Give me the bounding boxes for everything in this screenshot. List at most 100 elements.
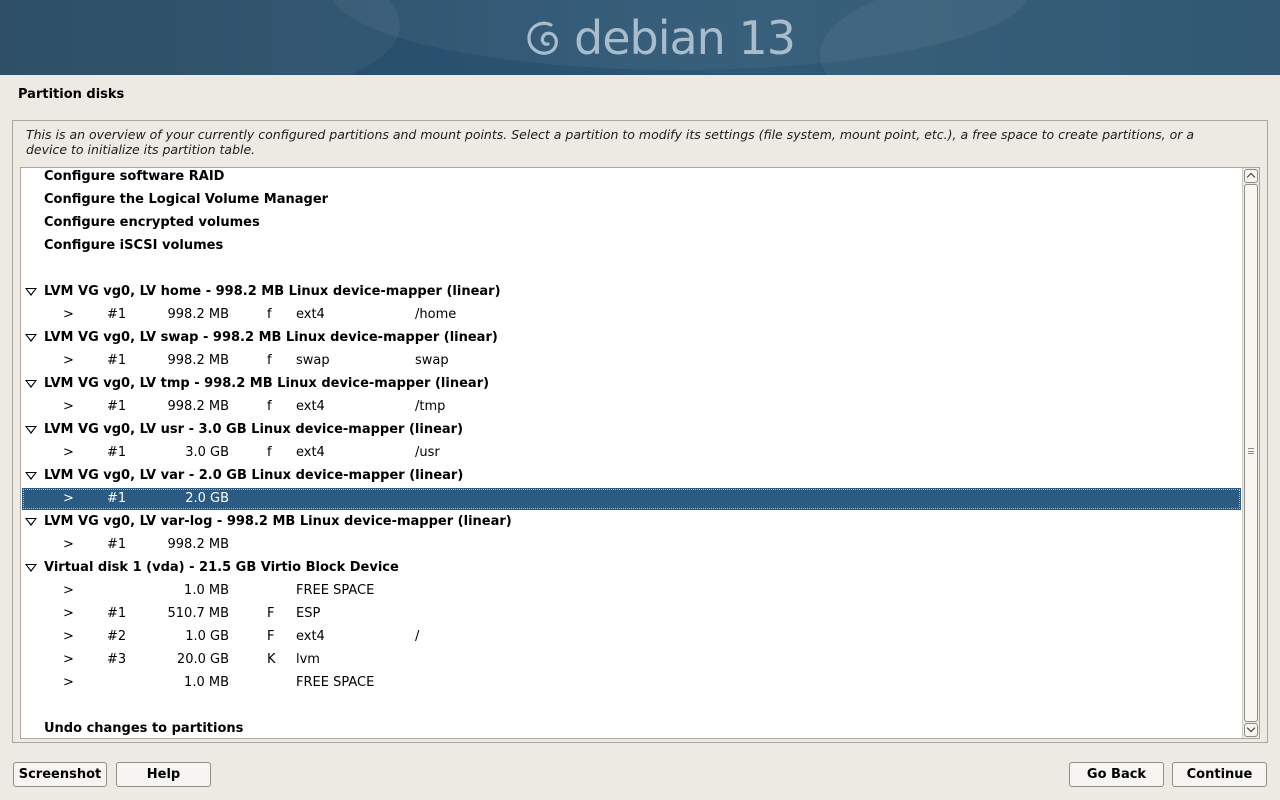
device-label: LVM VG vg0, LV home - 998.2 MB Linux dev… (44, 284, 501, 299)
partition-mount-point: / (415, 629, 420, 644)
partition-arrow: > (63, 606, 74, 621)
partition-number: #1 (107, 399, 127, 414)
partition-arrow: > (63, 307, 74, 322)
partition-row[interactable]: > #1 998.2 MB f swap swap (22, 350, 1241, 372)
partition-row[interactable]: > #1 2.0 GB (22, 488, 1241, 510)
partition-filesystem: ext4 (296, 445, 325, 460)
partition-filesystem: FREE SPACE (296, 583, 375, 598)
partition-arrow: > (63, 583, 74, 598)
device-label: Virtual disk 1 (vda) - 21.5 GB Virtio Bl… (44, 560, 399, 575)
partition-flag: K (267, 652, 276, 667)
undo-changes-item[interactable]: Undo changes to partitions (22, 718, 1241, 738)
device-row[interactable]: LVM VG vg0, LV usr - 3.0 GB Linux device… (22, 419, 1241, 441)
device-row[interactable]: Virtual disk 1 (vda) - 21.5 GB Virtio Bl… (22, 557, 1241, 579)
partition-row[interactable]: > #3 20.0 GB Klvm (22, 649, 1241, 671)
partition-flag: f (267, 307, 272, 322)
partition-filesystem: swap (296, 353, 330, 368)
partition-size: 998.2 MB (167, 399, 229, 414)
screenshot-button[interactable]: Screenshot (13, 762, 107, 787)
partition-number: #1 (107, 491, 127, 506)
menu-item-encrypted[interactable]: Configure encrypted volumes (22, 212, 1241, 234)
partition-arrow: > (63, 491, 74, 506)
device-row[interactable]: LVM VG vg0, LV home - 998.2 MB Linux dev… (22, 281, 1241, 303)
scroll-down-button[interactable] (1244, 723, 1258, 737)
menu-item-raid[interactable]: Configure software RAID (22, 168, 1241, 188)
menu-item-lvm[interactable]: Configure the Logical Volume Manager (22, 189, 1241, 211)
partition-arrow: > (63, 353, 74, 368)
partition-row[interactable]: > #1 998.2 MB f ext4/tmp (22, 396, 1241, 418)
menu-item-label: Configure software RAID (44, 169, 225, 184)
partition-size: 1.0 GB (185, 629, 229, 644)
debian-swirl-icon (527, 21, 558, 55)
menu-item-label: Configure the Logical Volume Manager (44, 192, 329, 207)
partition-filesystem: ext4 (296, 307, 325, 322)
expand-triangle-icon (25, 518, 37, 526)
scroll-thumb[interactable] (1244, 184, 1258, 722)
go-back-button[interactable]: Go Back (1069, 762, 1164, 787)
partition-list[interactable]: Configure software RAID Configure the Lo… (20, 167, 1260, 739)
help-button[interactable]: Help (116, 762, 211, 787)
description-text: This is an overview of your currently co… (26, 127, 1195, 157)
partition-filesystem: ext4 (296, 399, 325, 414)
device-label: LVM VG vg0, LV usr - 3.0 GB Linux device… (44, 422, 464, 437)
device-label: LVM VG vg0, LV var-log - 998.2 MB Linux … (44, 514, 512, 529)
partition-filesystem: ESP (296, 606, 321, 621)
partition-filesystem: FREE SPACE (296, 675, 375, 690)
list-scrollbar[interactable] (1242, 168, 1259, 738)
partition-arrow: > (63, 629, 74, 644)
brand-text: debian 13 (574, 11, 796, 65)
partition-size: 1.0 MB (184, 583, 229, 598)
device-label: LVM VG vg0, LV var - 2.0 GB Linux device… (44, 468, 464, 483)
device-row[interactable]: LVM VG vg0, LV swap - 998.2 MB Linux dev… (22, 327, 1241, 349)
partition-arrow: > (63, 675, 74, 690)
menu-item-label: Undo changes to partitions (44, 721, 244, 736)
partition-row[interactable]: > #1 3.0 GB f ext4/usr (22, 442, 1241, 464)
partition-number: #1 (107, 537, 127, 552)
partition-row[interactable]: > #1 998.2 MB (22, 534, 1241, 556)
page-title: Partition disks (18, 87, 125, 102)
menu-item-label: Configure iSCSI volumes (44, 238, 224, 253)
partition-mount-point: /home (415, 307, 457, 322)
partition-size: 1.0 MB (184, 675, 229, 690)
expand-triangle-icon (25, 334, 37, 342)
debian-logo: debian 13 (522, 8, 796, 68)
continue-button[interactable]: Continue (1172, 762, 1267, 787)
device-row[interactable]: LVM VG vg0, LV var-log - 998.2 MB Linux … (22, 511, 1241, 533)
device-label: LVM VG vg0, LV tmp - 998.2 MB Linux devi… (44, 376, 490, 391)
device-row[interactable]: LVM VG vg0, LV tmp - 998.2 MB Linux devi… (22, 373, 1241, 395)
partition-flag: f (267, 399, 272, 414)
grip-icon (1248, 448, 1254, 454)
partition-flag: f (267, 353, 272, 368)
partition-row[interactable]: >1.0 MB FREE SPACE (22, 672, 1241, 694)
partition-filesystem: ext4 (296, 629, 325, 644)
partition-size: 510.7 MB (167, 606, 229, 621)
partition-row[interactable]: >1.0 MB FREE SPACE (22, 580, 1241, 602)
menu-item-iscsi[interactable]: Configure iSCSI volumes (22, 235, 1241, 257)
expand-triangle-icon (25, 472, 37, 480)
partition-size: 2.0 GB (185, 491, 229, 506)
partition-size: 998.2 MB (167, 307, 229, 322)
partition-size: 998.2 MB (167, 353, 229, 368)
partition-arrow: > (63, 537, 74, 552)
partition-filesystem: lvm (296, 652, 320, 667)
partition-arrow: > (63, 652, 74, 667)
partition-row[interactable]: > #1 510.7 MB F ESP (22, 603, 1241, 625)
partition-size: 20.0 GB (176, 652, 229, 667)
partition-flag: F (267, 606, 275, 621)
menu-item-label: Configure encrypted volumes (44, 215, 260, 230)
partition-flag: f (267, 445, 272, 460)
partition-row[interactable]: > #2 1.0 GB Fext4 / (22, 626, 1241, 648)
partition-mount-point: /tmp (415, 399, 446, 414)
partition-arrow: > (63, 445, 74, 460)
partition-mount-point: swap (415, 353, 449, 368)
header-banner: debian 13 (0, 0, 1280, 75)
device-label: LVM VG vg0, LV swap - 998.2 MB Linux dev… (44, 330, 498, 345)
scroll-up-button[interactable] (1244, 169, 1258, 183)
partition-number: #3 (107, 652, 127, 667)
partition-row[interactable]: > #1 998.2 MB f ext4/home (22, 304, 1241, 326)
device-row[interactable]: LVM VG vg0, LV var - 2.0 GB Linux device… (22, 465, 1241, 487)
partition-number: #1 (107, 445, 127, 460)
partition-size: 3.0 GB (185, 445, 229, 460)
expand-triangle-icon (25, 426, 37, 434)
partition-arrow: > (63, 399, 74, 414)
